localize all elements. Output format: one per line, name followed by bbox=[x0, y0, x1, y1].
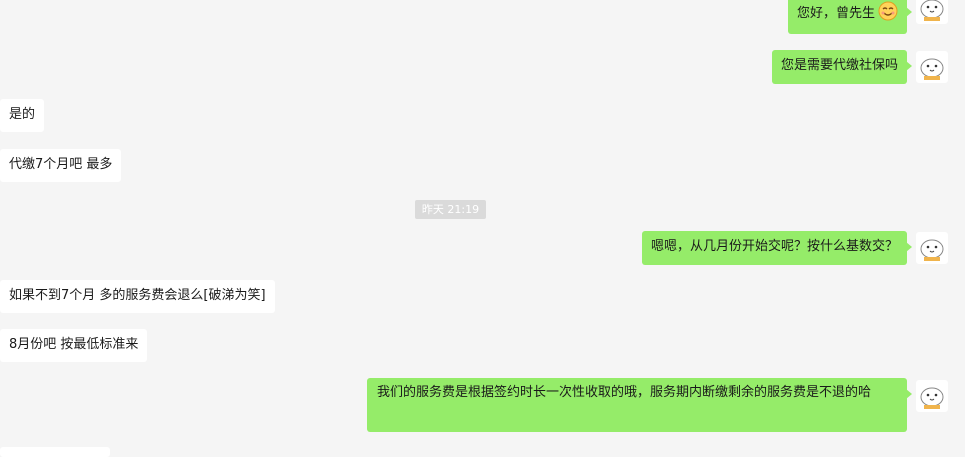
message-bubble-incoming[interactable]: 是的 bbox=[0, 99, 45, 132]
message-text: 8月份吧 按最低标准来 bbox=[9, 337, 139, 352]
message-text: 如果不到7个月 多的服务费会退么[破涕为笑] bbox=[9, 288, 266, 303]
message-bubble-incoming[interactable]: 8月份吧 按最低标准来 bbox=[0, 329, 148, 362]
message-text: 嗯嗯，从几月份开始交呢？按什么基数交？ bbox=[650, 239, 898, 254]
message-text: 我们的服务费是根据签约时长一次性收取的哦，服务期内断缴剩余的服务费是不退的哈 bbox=[377, 385, 872, 400]
message-bubble-incoming[interactable]: 代缴7个月吧 最多 bbox=[0, 149, 122, 182]
message-bubble-outgoing[interactable]: 您是需要代缴社保吗 bbox=[771, 50, 913, 84]
avatar[interactable] bbox=[916, 380, 948, 412]
message-bubble-outgoing[interactable]: 您好，曾先生 bbox=[787, 0, 913, 36]
message-bubble-incoming[interactable]: 如果不到7个月 多的服务费会退么[破涕为笑] bbox=[0, 280, 275, 313]
avatar[interactable] bbox=[916, 51, 948, 83]
message-text: 您好，曾先生 bbox=[796, 6, 875, 21]
cat-avatar-icon bbox=[920, 387, 944, 409]
avatar[interactable] bbox=[916, 232, 948, 264]
timestamp-label: 昨天 21:19 bbox=[415, 200, 486, 219]
message-bubble-incoming[interactable] bbox=[0, 447, 110, 457]
cat-avatar-icon bbox=[920, 0, 944, 21]
message-text: 您是需要代缴社保吗 bbox=[780, 58, 898, 73]
message-bubble-outgoing[interactable]: 我们的服务费是根据签约时长一次性收取的哦，服务期内断缴剩余的服务费是不退的哈 bbox=[367, 378, 912, 432]
cat-avatar-icon bbox=[920, 58, 944, 80]
cat-avatar-icon bbox=[920, 239, 944, 261]
message-bubble-outgoing[interactable]: 嗯嗯，从几月份开始交呢？按什么基数交？ bbox=[641, 231, 913, 265]
avatar[interactable] bbox=[916, 0, 948, 24]
smile-emoji-icon bbox=[878, 0, 898, 36]
message-text: 代缴7个月吧 最多 bbox=[9, 157, 113, 172]
message-text: 是的 bbox=[9, 107, 36, 122]
